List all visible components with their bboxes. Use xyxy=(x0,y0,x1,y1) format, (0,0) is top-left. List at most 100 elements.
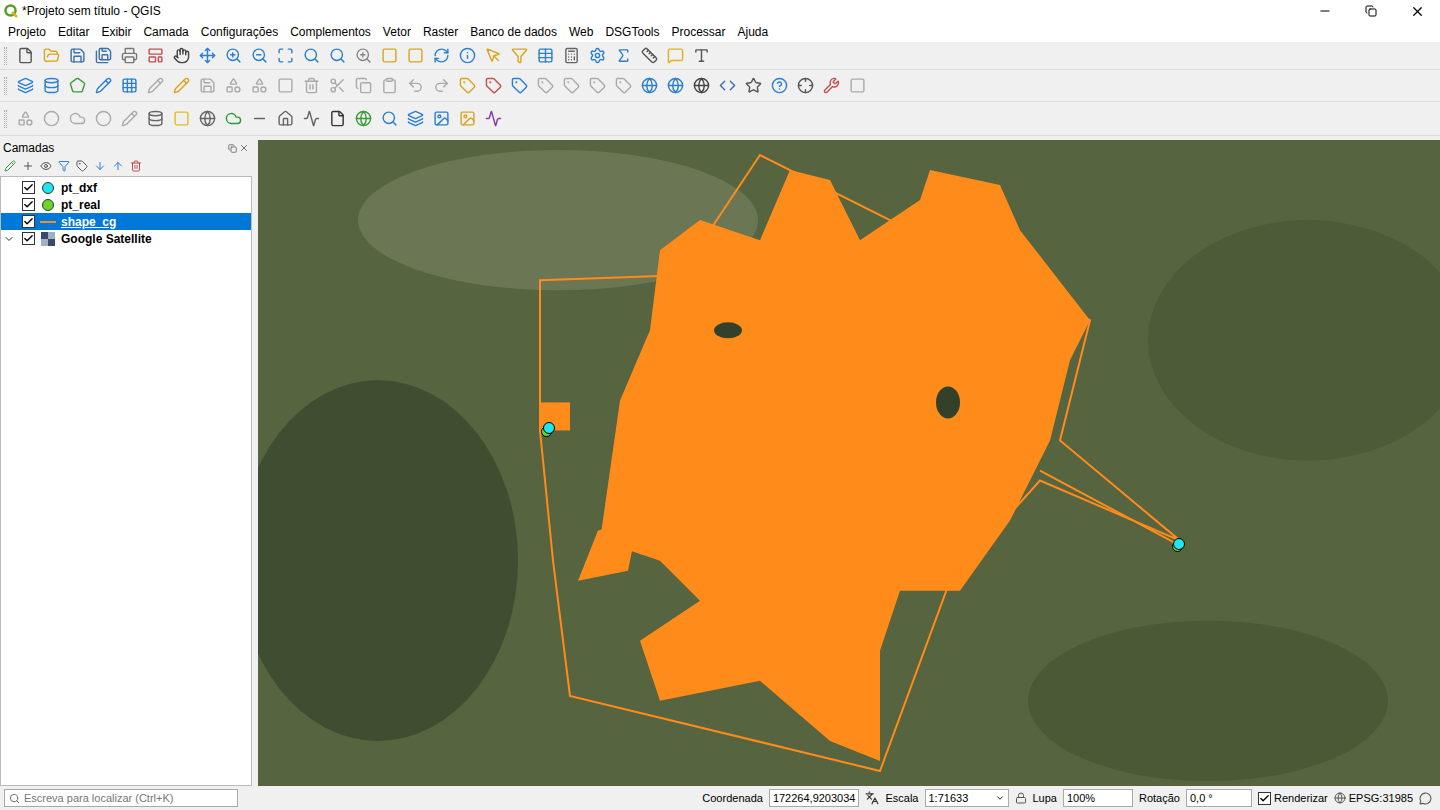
menu-item[interactable]: Banco de dados xyxy=(464,23,563,41)
toolbar-button[interactable] xyxy=(689,74,713,98)
menu-item[interactable]: Projeto xyxy=(2,23,52,41)
magnifier-field[interactable]: 100% xyxy=(1063,789,1133,808)
toolbar-button[interactable] xyxy=(169,44,193,68)
toolbar-button[interactable] xyxy=(455,107,479,131)
float-icon[interactable] xyxy=(228,144,237,153)
toolbar-button[interactable] xyxy=(481,44,505,68)
toolbar-button[interactable] xyxy=(221,107,245,131)
toolbar-button[interactable] xyxy=(325,44,349,68)
toolbar-button[interactable] xyxy=(39,107,63,131)
menu-item[interactable]: Vetor xyxy=(377,23,417,41)
toolbar-button[interactable] xyxy=(611,74,635,98)
menu-item[interactable]: Exibir xyxy=(95,23,137,41)
toolbar-button[interactable] xyxy=(143,107,167,131)
toolbar-button[interactable] xyxy=(507,74,531,98)
toolbar-button[interactable] xyxy=(455,44,479,68)
layer-row[interactable]: pt_real xyxy=(1,196,251,213)
toolbar-button[interactable] xyxy=(195,44,219,68)
toolbar-button[interactable] xyxy=(793,74,817,98)
map-canvas[interactable] xyxy=(258,140,1440,786)
toggle-extents-icon[interactable] xyxy=(865,791,879,805)
toolbar-button[interactable] xyxy=(169,74,193,98)
toolbar-button[interactable] xyxy=(585,74,609,98)
toolbar-button[interactable] xyxy=(481,107,505,131)
toolbar-button[interactable] xyxy=(91,44,115,68)
menu-item[interactable]: Configurações xyxy=(195,23,284,41)
toolbar-button[interactable] xyxy=(325,74,349,98)
checkbox[interactable] xyxy=(22,232,35,245)
toolbar-button[interactable] xyxy=(273,44,297,68)
toolbar-button[interactable] xyxy=(351,44,375,68)
toolbar-button[interactable] xyxy=(169,107,193,131)
toolbar-button[interactable] xyxy=(39,74,63,98)
checkbox[interactable] xyxy=(22,181,35,194)
toolbar-button[interactable] xyxy=(819,74,843,98)
toolbar-button[interactable] xyxy=(455,74,479,98)
toolbar-button[interactable] xyxy=(299,74,323,98)
close-button[interactable] xyxy=(1394,0,1440,22)
crs-button[interactable]: EPSG:31985 xyxy=(1334,790,1413,807)
toolbar-button[interactable] xyxy=(429,107,453,131)
toolbar-button[interactable] xyxy=(559,44,583,68)
menu-item[interactable]: Processar xyxy=(665,23,731,41)
coordinate-field[interactable]: 172264,9203034 xyxy=(769,789,860,808)
restore-button[interactable] xyxy=(1348,0,1394,22)
menu-item[interactable]: Editar xyxy=(52,23,95,41)
checkbox[interactable] xyxy=(22,198,35,211)
toolbar-button[interactable] xyxy=(195,74,219,98)
toolbar-button[interactable] xyxy=(663,44,687,68)
toolbar-button[interactable] xyxy=(221,74,245,98)
toolbar-button[interactable] xyxy=(117,74,141,98)
toolbar-button[interactable] xyxy=(91,107,115,131)
toolbar-button[interactable] xyxy=(247,44,271,68)
toolbar-button[interactable] xyxy=(65,44,89,68)
toolbar-button[interactable] xyxy=(299,107,323,131)
menu-item[interactable]: Complementos xyxy=(284,23,377,41)
toolbar-button[interactable] xyxy=(429,74,453,98)
toolbar-button[interactable] xyxy=(299,44,323,68)
checkbox[interactable] xyxy=(22,215,35,228)
lock-icon[interactable] xyxy=(1015,792,1027,804)
menu-item[interactable]: Camada xyxy=(137,23,194,41)
toolbar-button[interactable] xyxy=(611,44,635,68)
toolbar-button[interactable] xyxy=(91,74,115,98)
toolbar-button[interactable] xyxy=(65,74,89,98)
toolbar-handle[interactable] xyxy=(4,77,7,95)
toolbar-handle[interactable] xyxy=(4,110,7,128)
toolbar-button[interactable] xyxy=(195,107,219,131)
toolbar-button[interactable] xyxy=(221,44,245,68)
toolbar-button[interactable] xyxy=(13,107,37,131)
menu-item[interactable]: DSGTools xyxy=(599,23,665,41)
toolbar-button[interactable] xyxy=(481,74,505,98)
layer-row[interactable]: Google Satellite xyxy=(1,230,251,247)
toolbar-button[interactable] xyxy=(117,107,141,131)
toolbar-button[interactable] xyxy=(585,44,609,68)
messages-icon[interactable] xyxy=(1419,792,1436,805)
rotation-field[interactable]: 0,0 ° xyxy=(1186,789,1252,808)
toolbar-button[interactable] xyxy=(637,44,661,68)
toolbar-button[interactable] xyxy=(377,74,401,98)
toolbar-button[interactable] xyxy=(767,74,791,98)
toolbar-button[interactable] xyxy=(377,107,401,131)
toolbar-button[interactable] xyxy=(715,74,739,98)
close-panel-icon[interactable] xyxy=(239,143,249,153)
toolbar-button[interactable] xyxy=(247,107,271,131)
toolbar-button[interactable] xyxy=(559,74,583,98)
toolbar-button[interactable] xyxy=(351,107,375,131)
scale-field[interactable]: 1:71633 xyxy=(925,789,1009,808)
menu-item[interactable]: Ajuda xyxy=(732,23,775,41)
toolbar-button[interactable] xyxy=(845,74,869,98)
toolbar-button[interactable] xyxy=(663,74,687,98)
toolbar-button[interactable] xyxy=(741,74,765,98)
menu-item[interactable]: Web xyxy=(563,23,599,41)
toolbar-button[interactable] xyxy=(351,74,375,98)
toolbar-button[interactable] xyxy=(13,44,37,68)
expand-arrow-icon[interactable] xyxy=(3,233,15,245)
toolbar-button[interactable] xyxy=(689,44,713,68)
toolbar-button[interactable] xyxy=(143,44,167,68)
toolbar-button[interactable] xyxy=(273,107,297,131)
toolbar-button[interactable] xyxy=(403,74,427,98)
layer-row[interactable]: shape_cg xyxy=(1,213,251,230)
toolbar-button[interactable] xyxy=(533,74,557,98)
toolbar-handle[interactable] xyxy=(4,47,7,65)
